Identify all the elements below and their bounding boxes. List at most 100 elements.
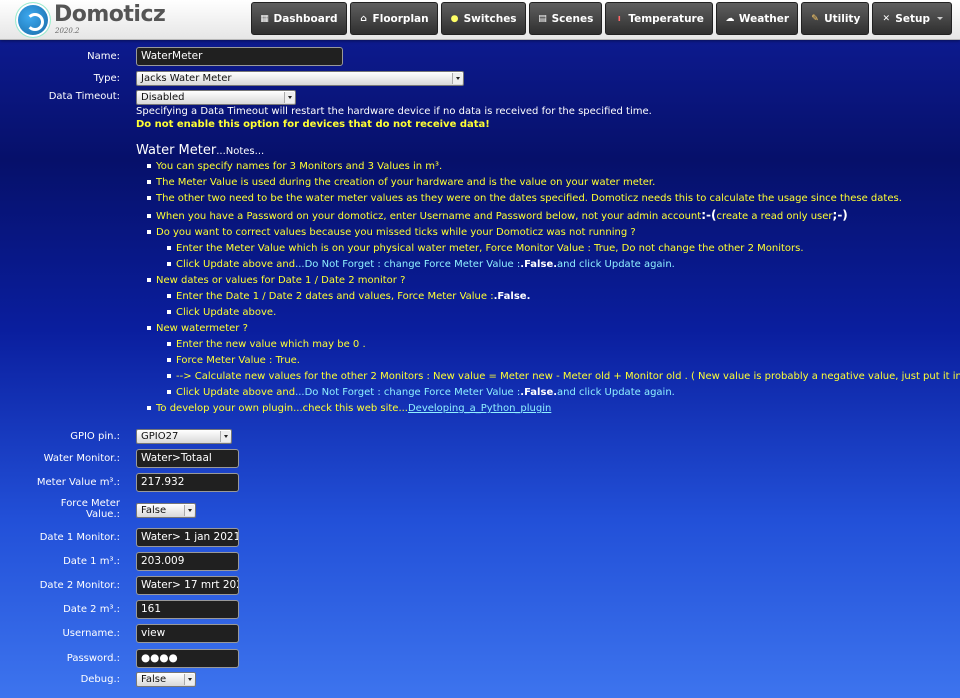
nav-floorplan-button[interactable]: ⌂ Floorplan [349, 2, 438, 35]
note-line: Enter the new value which may be 0 . [176, 339, 366, 350]
nav-setup-button[interactable]: ✕ Setup [872, 2, 952, 35]
password-label: Password.: [66, 653, 120, 664]
nav-switches-button[interactable]: ● Switches [440, 2, 526, 35]
note-line: Click Update above. [176, 307, 277, 318]
nav-label: Weather [738, 12, 790, 25]
force-meter-select[interactable]: False [136, 503, 196, 518]
nav-weather-button[interactable]: ☁ Weather [715, 2, 799, 35]
notes-title: Water Meter...Notes... [136, 143, 264, 158]
timeout-info: Specifying a Data Timeout will restart t… [136, 106, 652, 117]
lightbulb-icon: ● [450, 13, 459, 24]
username-label: Username.: [62, 628, 120, 639]
name-label: Name: [87, 51, 120, 62]
top-navbar: Domoticz 2020.2 ▦ Dashboard ⌂ Floorplan ● S… [0, 0, 960, 40]
note-text: and click Update again. [557, 259, 675, 270]
chevron-down-icon [937, 17, 943, 20]
note-line: New dates or values for Date 1 / Date 2 … [156, 275, 406, 286]
gpio-label: GPIO pin.: [70, 431, 120, 442]
scenes-icon: ▤ [538, 13, 547, 24]
water-monitor-input[interactable]: Water>Totaal [136, 449, 239, 468]
debug-value: False [141, 674, 167, 685]
brand-name: Domoticz [54, 2, 166, 27]
username-input[interactable]: view [136, 624, 239, 643]
note-line: Do you want to correct values because yo… [156, 227, 636, 238]
note-line: New watermeter ? [156, 323, 248, 334]
timeout-warning: Do not enable this option for devices th… [136, 119, 490, 130]
note-line: Enter the Meter Value which is on your p… [176, 243, 804, 254]
chevron-down-icon [184, 674, 194, 685]
note-text: and click Update again. [557, 387, 675, 398]
bullet [167, 262, 171, 266]
type-label: Type: [93, 73, 120, 84]
nav-temperature-button[interactable]: ı Temperature [605, 2, 713, 35]
timeout-label: Data Timeout: [48, 91, 120, 102]
bullet [167, 342, 171, 346]
utility-icon: ✎ [811, 13, 819, 24]
main-nav: ▦ Dashboard ⌂ Floorplan ● Switches ▤ Scenes … [250, 2, 952, 35]
note-text: .False. [520, 259, 558, 270]
nav-dashboard-button[interactable]: ▦ Dashboard [250, 2, 347, 35]
bullet [147, 278, 151, 282]
note-text: .False. [520, 387, 558, 398]
nav-label: Scenes [551, 12, 594, 25]
note-text: To develop your own plugin...check this … [156, 403, 408, 414]
bullet [167, 246, 171, 250]
wink-text: ;-) [832, 208, 848, 222]
password-input[interactable]: ●●●● [136, 649, 239, 668]
note-text: Enter the Date 1 / Date 2 dates and valu… [176, 291, 494, 302]
nav-utility-button[interactable]: ✎ Utility [801, 2, 870, 35]
note-line: To develop your own plugin...check this … [156, 403, 551, 414]
note-text: create a read only user [716, 211, 833, 222]
force-meter-label: Force Meter Value.: [0, 498, 120, 520]
timeout-select[interactable]: Disabled [136, 90, 296, 105]
note-text: Click Update above and [176, 259, 296, 270]
bullet [147, 180, 151, 184]
bullet [147, 230, 151, 234]
date2-monitor-label: Date 2 Monitor.: [39, 580, 120, 591]
note-text: .False. [493, 291, 531, 302]
note-line: When you have a Password on your domotic… [156, 208, 848, 222]
type-select[interactable]: Jacks Water Meter [136, 71, 464, 86]
notes-title-suffix: ...Notes... [216, 146, 265, 157]
notes-title-text: Water Meter [136, 143, 217, 158]
gpio-select[interactable]: GPIO27 [136, 429, 232, 444]
bullet [167, 390, 171, 394]
water-monitor-label: Water Monitor.: [43, 453, 120, 464]
thermometer-icon: ı [617, 13, 621, 24]
debug-select[interactable]: False [136, 672, 196, 687]
note-text: When you have a Password on your domotic… [156, 211, 702, 222]
bullet [147, 214, 151, 218]
note-line: Enter the Date 1 / Date 2 dates and valu… [176, 291, 530, 302]
python-plugin-link[interactable]: Developing_a_Python_plugin [408, 403, 551, 414]
bullet [147, 406, 151, 410]
chevron-down-icon [220, 431, 230, 442]
bullet [147, 164, 151, 168]
bullet [147, 196, 151, 200]
nav-scenes-button[interactable]: ▤ Scenes [528, 2, 603, 35]
bullet [167, 358, 171, 362]
chevron-down-icon [452, 73, 462, 84]
force-meter-label-line2: Value.: [85, 509, 120, 520]
domoticz-logo-icon[interactable] [16, 3, 50, 37]
date2-value-label: Date 2 m³.: [63, 604, 120, 615]
type-value: Jacks Water Meter [141, 73, 232, 84]
name-input[interactable]: WaterMeter [136, 47, 343, 66]
bullet [147, 326, 151, 330]
sad-face-text: :-( [701, 208, 717, 222]
version-label: 2020.2 [55, 27, 80, 35]
date1-monitor-label: Date 1 Monitor.: [39, 532, 120, 543]
date2-monitor-input[interactable]: Water> 17 mrt 2021 [136, 576, 239, 595]
note-line: You can specify names for 3 Monitors and… [156, 161, 443, 172]
nav-label: Temperature [628, 12, 704, 25]
bullet [167, 374, 171, 378]
note-text: Click Update above and [176, 387, 296, 398]
nav-label: Utility [824, 12, 861, 25]
note-line: Click Update above and...Do Not Forget :… [176, 259, 675, 270]
meter-value-input[interactable]: 217.932 [136, 473, 239, 492]
bullet [167, 294, 171, 298]
dashboard-icon: ▦ [260, 13, 269, 24]
date1-value-input[interactable]: 203.009 [136, 552, 239, 571]
date1-monitor-input[interactable]: Water> 1 jan 2021 [136, 528, 239, 547]
note-line: The Meter Value is used during the creat… [156, 177, 656, 188]
date2-value-input[interactable]: 161 [136, 600, 239, 619]
